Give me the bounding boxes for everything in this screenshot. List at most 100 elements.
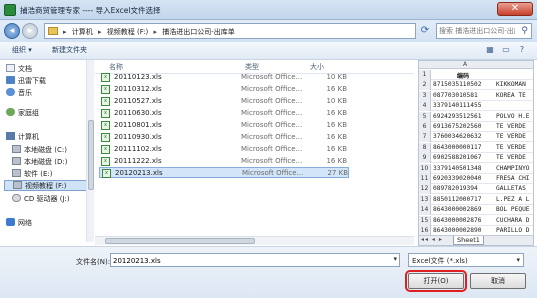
excel-file-icon: x [101,133,110,142]
preview-column-header: A [419,61,533,69]
file-row[interactable]: x 20110312.xls Microsoft Office... 16 KB [99,84,349,95]
title-bar: 捕浩商贸管理专家 ---- 导入Excel文件选择 ✕ [0,0,537,20]
file-row[interactable]: x 20110930.xls Microsoft Office... 16 KB [99,132,349,143]
preview-code-cell: 8643000002876 [433,216,482,224]
preview-row: 4 3379140111455 [419,101,533,112]
column-header-size[interactable]: 大小 [310,62,324,72]
breadcrumb-computer[interactable]: 计算机 [72,28,93,36]
chevron-down-icon[interactable]: ▾ [516,256,520,264]
refresh-icon[interactable]: ⟳ [418,24,432,38]
app-icon [4,4,16,16]
file-type: Microsoft Office... [241,121,303,129]
row-number: 6 [419,122,431,132]
nav-item-label: CD 驱动器 (J:) [24,195,70,203]
preview-row: 10 3379140501348 CHAMPINYO [419,163,533,174]
nav-item-computer[interactable]: 计算机 [6,132,39,143]
forward-arrow-icon[interactable]: ▸ [22,23,38,39]
preview-code-cell: 8715035110502 [433,81,482,89]
view-options-icon[interactable]: ▦ [484,45,496,56]
row-number: 5 [419,111,431,122]
filename-combobox[interactable]: ▾ [110,253,400,267]
open-button[interactable]: 打开(O) [405,270,467,292]
file-type: Microsoft Office... [241,157,303,165]
new-folder-button[interactable]: 新建文件夹 [52,45,87,55]
spreadsheet-preview: A 1 编码 2 8715035110502 KIKKOMAN 3 087703010581… [418,60,534,246]
file-row[interactable]: x 20111222.xls Microsoft Office... 16 KB [99,156,349,167]
file-size: 16 KB [326,121,347,129]
nav-scroll-thumb[interactable] [88,120,94,190]
back-arrow-icon[interactable]: ◂ [4,23,20,39]
nav-item-documents[interactable]: 文档 [6,64,32,75]
file-row-selected[interactable]: x 20120213.xls Microsoft Office... 27 KB [99,167,349,178]
file-type-select[interactable]: Excel文件 (*.xls) ▾ [408,253,524,267]
row-number: 2 [419,80,431,91]
homegroup-icon [6,108,15,116]
file-type: Microsoft Office... [242,169,304,177]
filename-label: 文件名(N): [76,258,111,266]
nav-item-label: 视频教程 (F:) [25,182,67,190]
file-type: Microsoft Office... [241,85,303,93]
nav-item-downloads[interactable]: 迅雷下载 [6,76,46,87]
preview-row: 15 8643000002876 CUCHARA D [419,215,533,226]
search-box[interactable]: ⚲ [436,23,532,39]
folder-icon [48,27,58,35]
network-icon [6,218,15,226]
drive-icon [13,181,22,189]
preview-row: 5 6924293512561 POLVO H.E [419,111,533,122]
download-icon [6,76,15,84]
sheet-tab[interactable]: Sheet1 [453,236,484,245]
file-name: 20110630.xls [114,109,162,117]
nav-item-dvd-j[interactable]: CD 驱动器 (J:) [12,194,70,205]
nav-item-drive-c[interactable]: 本地磁盘 (C:) [12,145,67,156]
preview-code-cell: 6920339020040 [433,175,482,182]
search-input[interactable] [439,25,515,37]
file-row[interactable]: x 20110630.xls Microsoft Office... 16 KB [99,108,349,119]
breadcrumb-folder[interactable]: 捕浩进出口公司-出库单 [162,28,235,36]
file-name: 20120213.xls [115,169,163,177]
preview-header-cell: 编码 [456,73,470,80]
file-row[interactable]: x 20110801.xls Microsoft Office... 16 KB [99,120,349,131]
file-size: 16 KB [326,85,347,93]
preview-row: 6 6913675202560 TE VERDE [419,122,533,132]
breadcrumb-separator: ▸ [153,28,158,36]
drive-icon [12,145,21,153]
preview-row: 13 8850112000717 L.PEZ A L [419,194,533,205]
file-type: Microsoft Office... [241,145,303,153]
nav-item-network[interactable]: 网络 [6,218,32,229]
preview-row: 3 087703010581 KOREA TE [419,90,533,101]
close-icon[interactable]: ✕ [497,2,533,16]
organize-button[interactable]: 组织 ▾ [12,45,32,55]
chevron-down-icon[interactable]: ▾ [393,255,397,263]
sheet-nav-arrows[interactable]: ◂◂ ◂ ▸ [421,236,443,243]
file-row[interactable]: x 20111102.xls Microsoft Office... 16 KB [99,144,349,155]
file-list-hscrollbar[interactable] [95,236,414,245]
nav-item-drive-d[interactable]: 本地磁盘 (D:) [12,157,67,168]
nav-item-drive-f[interactable]: 视频教程 (F:) [4,180,92,191]
file-row[interactable]: x 20110123.xls Microsoft Office... 10 KB [99,72,349,83]
hscroll-thumb[interactable] [105,238,255,244]
breadcrumb-drive-f[interactable]: 视频教程 (F:) [107,28,149,36]
nav-item-drive-e[interactable]: 软件 (E:) [12,169,52,180]
search-icon[interactable]: ⚲ [521,26,528,36]
file-row[interactable]: x 20110527.xls Microsoft Office... 10 KB [99,96,349,107]
file-size: 27 KB [327,169,348,177]
help-icon[interactable]: ? [516,45,528,56]
preview-desc-cell: TE VERDE [496,143,526,151]
preview-desc-cell: TE VERDE [496,123,526,130]
breadcrumb[interactable]: ▸ 计算机 ▸ 视频教程 (F:) ▸ 捕浩进出口公司-出库单 [44,23,416,39]
row-number: 4 [419,101,431,112]
nav-item-homegroup[interactable]: 家庭组 [6,108,39,119]
preview-desc-cell: KOREA TE [496,91,526,99]
column-header-type[interactable]: 类型 [245,62,259,72]
nav-scrollbar[interactable] [86,60,94,242]
filename-input[interactable] [113,255,383,266]
preview-pane-icon[interactable]: ▭ [500,45,512,56]
excel-file-icon: x [101,157,110,166]
preview-desc-cell: PARILLO D [496,227,530,234]
document-icon [6,64,15,72]
cancel-button[interactable]: 取消 [470,273,526,289]
preview-row: 7 3760034620632 TE VERDE [419,132,533,143]
nav-item-music[interactable]: 音乐 [6,88,32,99]
column-header-name[interactable]: 名称 [109,62,123,72]
preview-code-cell: 8643000002890 [433,227,482,234]
